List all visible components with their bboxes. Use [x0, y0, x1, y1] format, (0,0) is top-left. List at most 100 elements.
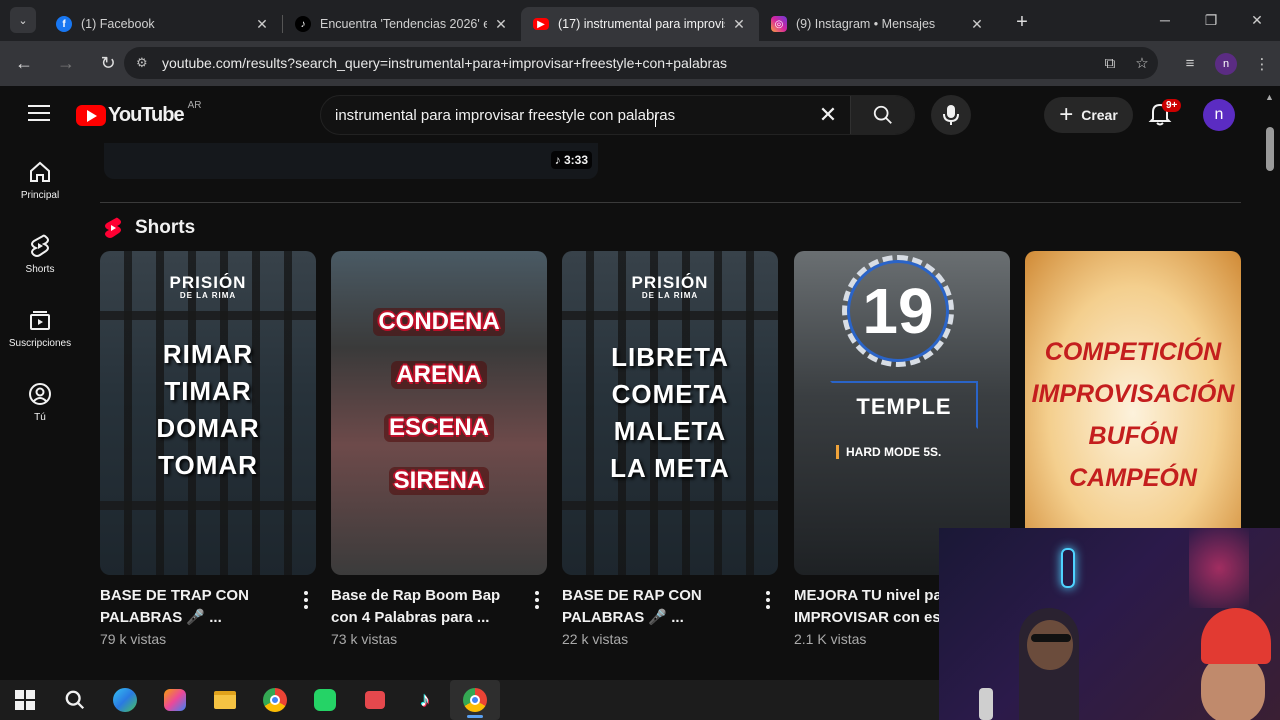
short-thumbnail[interactable]: PRISIÓN DE LA RIMA RIMAR TIMAR DOMAR TOMA… [100, 251, 316, 575]
chrome-profile-icon[interactable] [450, 680, 500, 720]
short-thumbnail[interactable]: CONDENA ARENA ESCENA SIRENA [331, 251, 547, 575]
thumb-word: TOMAR [158, 450, 258, 480]
thumb-word: LA META [610, 453, 730, 483]
browser-profile-avatar[interactable]: n [1215, 52, 1237, 75]
close-icon[interactable]: ✕ [969, 16, 985, 33]
sunglasses [1031, 634, 1071, 642]
reload-button[interactable]: ↻ [90, 46, 126, 82]
search-box[interactable]: instrumental para improvisar freestyle c… [320, 95, 915, 135]
account-avatar[interactable]: n [1203, 99, 1235, 131]
clear-search-icon[interactable]: ✕ [806, 102, 850, 128]
short-card[interactable]: PRISIÓN DE LA RIMA LIBRETA COMETA MALETA … [562, 251, 778, 647]
mini-guide: Principal Shorts Suscripciones Tú [0, 143, 80, 439]
tab-search-button[interactable]: ⌄ [10, 7, 36, 33]
plus-icon: + [1059, 101, 1074, 128]
sidebar-item-shorts[interactable]: Shorts [0, 217, 80, 291]
app-icon[interactable] [350, 680, 400, 720]
short-title[interactable]: BASE DE RAP CON PALABRAS 🎤 ... [562, 585, 748, 629]
close-window-icon[interactable]: ✕ [1234, 0, 1280, 40]
short-views: 73 k vistas [331, 631, 398, 647]
url-text: youtube.com/results?search_query=instrum… [162, 55, 727, 71]
thumbnail-words: COMPETICIÓN IMPROVISACIÓN BUFÓN CAMPEÓN [1025, 331, 1241, 499]
short-thumbnail[interactable]: PRISIÓN DE LA RIMA LIBRETA COMETA MALETA … [562, 251, 778, 575]
tiktok-icon[interactable]: ♪ [400, 680, 450, 720]
browser-toolbar: ← → ↻ ⚙ youtube.com/results?search_query… [0, 41, 1280, 86]
browser-tab-facebook[interactable]: f (1) Facebook ✕ [44, 7, 282, 41]
minimize-icon[interactable]: ─ [1142, 0, 1188, 40]
file-explorer-icon[interactable] [200, 680, 250, 720]
window-controls: ─ ❐ ✕ [1142, 0, 1280, 40]
youtube-header: YouTube AR instrumental para improvisar … [0, 87, 1280, 143]
menu-icon[interactable] [28, 105, 50, 123]
back-button[interactable]: ← [6, 46, 42, 82]
browser-tab-youtube[interactable]: ▶ (17) instrumental para improvisa ✕ [521, 7, 759, 41]
restore-icon[interactable]: ❐ [1188, 0, 1234, 40]
jail-crossbar [100, 311, 316, 320]
you-icon [29, 382, 51, 405]
sidebar-item-you[interactable]: Tú [0, 365, 80, 439]
shorts-shelf-header: Shorts [104, 217, 195, 239]
close-icon[interactable]: ✕ [254, 16, 270, 33]
media-controls-icon[interactable]: ≡ [1172, 55, 1208, 72]
edge-icon[interactable] [100, 680, 150, 720]
thumb-word: BUFÓN [1088, 422, 1178, 450]
logo-text: PRISIÓN [631, 273, 709, 292]
voice-search-button[interactable] [931, 95, 971, 135]
copilot-icon[interactable] [150, 680, 200, 720]
sidebar-item-subscriptions[interactable]: Suscripciones [0, 291, 80, 365]
microphone-icon [943, 105, 959, 125]
previous-video-thumbnail[interactable]: ♪ 3:33 [104, 143, 598, 179]
short-card[interactable]: PRISIÓN DE LA RIMA RIMAR TIMAR DOMAR TOMA… [100, 251, 316, 647]
browser-tab-tiktok[interactable]: ♪ Encuentra 'Tendencias 2026' en ✕ [283, 7, 521, 41]
microphone [979, 688, 993, 720]
search-button[interactable] [850, 96, 914, 134]
sidebar-item-label: Shorts [25, 263, 55, 275]
more-actions-icon[interactable] [304, 591, 308, 612]
duration-text: 3:33 [563, 153, 588, 167]
search-icon[interactable] [50, 680, 100, 720]
scrollbar-thumb[interactable] [1266, 127, 1274, 171]
forward-button[interactable]: → [48, 46, 84, 82]
whatsapp-icon[interactable] [300, 680, 350, 720]
sidebar-item-home[interactable]: Principal [0, 143, 80, 217]
short-card[interactable]: COMPETICIÓN IMPROVISACIÓN BUFÓN CAMPEÓN [1025, 251, 1241, 575]
instagram-icon: ◎ [771, 16, 787, 32]
more-actions-icon[interactable] [766, 591, 770, 612]
notification-badge: 9+ [1162, 99, 1182, 112]
short-card[interactable]: CONDENA ARENA ESCENA SIRENA Base de Rap … [331, 251, 547, 647]
short-title[interactable]: BASE DE TRAP CON PALABRAS 🎤 ... [100, 585, 286, 629]
short-title[interactable]: Base de Rap Boom Bap con 4 Palabras para… [331, 585, 517, 629]
create-button[interactable]: + Crear [1044, 97, 1133, 133]
scroll-up-icon[interactable]: ▲ [1265, 92, 1274, 102]
notifications-button[interactable]: 9+ [1148, 99, 1182, 129]
logo-text: PRISIÓN [169, 273, 247, 292]
youtube-play-icon [76, 105, 106, 126]
search-input[interactable]: instrumental para improvisar freestyle c… [321, 107, 806, 124]
install-app-icon[interactable]: ⧉ [1094, 55, 1126, 72]
sidebar-item-label: Principal [20, 189, 60, 201]
tab-title: (9) Instagram • Mensajes [796, 17, 936, 31]
browser-tab-instagram[interactable]: ◎ (9) Instagram • Mensajes ✕ [759, 7, 997, 41]
new-tab-button[interactable]: + [1007, 7, 1037, 37]
site-info-icon[interactable]: ⚙ [136, 55, 156, 71]
subscriptions-icon [30, 310, 50, 330]
short-thumbnail[interactable]: COMPETICIÓN IMPROVISACIÓN BUFÓN CAMPEÓN [1025, 251, 1241, 575]
short-thumbnail[interactable]: 19 TEMPLE HARD MODE 5S. [794, 251, 1010, 575]
neon-sign [1061, 548, 1075, 588]
close-icon[interactable]: ✕ [493, 16, 509, 33]
shorts-heading: Shorts [135, 217, 196, 238]
youtube-icon: ▶ [533, 18, 549, 30]
thumb-word: LIBRETA [611, 342, 729, 372]
channel-logo: PRISIÓN DE LA RIMA [562, 273, 778, 300]
channel-logo: PRISIÓN DE LA RIMA [100, 273, 316, 300]
jail-crossbar [562, 501, 778, 510]
youtube-logo[interactable]: YouTube AR [76, 100, 201, 127]
more-actions-icon[interactable] [535, 591, 539, 612]
more-menu-icon[interactable]: ⋮ [1244, 55, 1280, 73]
short-meta: BASE DE RAP CON PALABRAS 🎤 ... 22 k vist… [562, 585, 778, 647]
windows-start-icon[interactable] [0, 680, 50, 720]
address-bar[interactable]: ⚙ youtube.com/results?search_query=instr… [124, 47, 1158, 79]
chrome-icon[interactable] [250, 680, 300, 720]
bookmark-star-icon[interactable]: ☆ [1126, 54, 1158, 72]
close-icon[interactable]: ✕ [731, 16, 747, 33]
